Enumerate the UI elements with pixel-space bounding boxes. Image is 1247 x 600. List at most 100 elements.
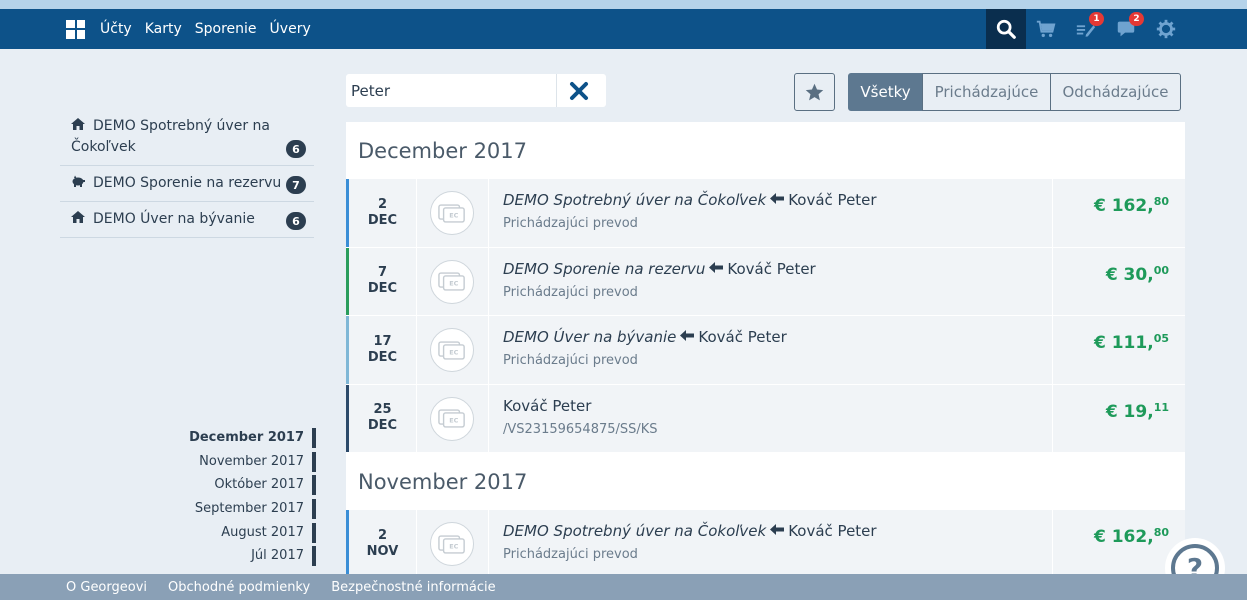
filter-all-button[interactable]: Všetky: [848, 73, 923, 111]
column-divider: [488, 384, 489, 452]
amount-cents: 11: [1153, 400, 1169, 414]
transaction-amount: € 162,80: [1094, 526, 1169, 547]
transaction-logo: EC: [430, 396, 474, 441]
shop-nav-button[interactable]: [1026, 9, 1066, 49]
svg-text:EC: EC: [449, 211, 458, 219]
amount-main: € 162,: [1093, 527, 1154, 547]
amount-cents: 00: [1153, 263, 1169, 277]
transaction-date: 25 DEC: [349, 385, 416, 453]
transaction-date: 7 DEC: [349, 248, 416, 316]
month-link-december-2017[interactable]: December 2017: [150, 428, 316, 448]
nav-left: Účty Karty Sporenie Úvery: [66, 9, 324, 49]
transaction-date: 2 DEC: [349, 179, 416, 247]
transaction-subtitle: Prichádzajúci prevod: [503, 353, 638, 368]
transaction-logo: EC: [430, 328, 474, 372]
transaction-title: Kováč Peter: [503, 397, 591, 415]
column-divider: [1052, 316, 1053, 384]
transaction-title: DEMO Sporenie na rezervu Kováč Peter: [503, 260, 816, 278]
amount-cents: 05: [1153, 332, 1169, 345]
column-divider: [488, 510, 489, 574]
column-divider: [416, 510, 417, 574]
card-logo-icon: EC: [438, 272, 465, 291]
direction-filter: Všetky Prichádzajúce Odchádzajúce: [848, 73, 1181, 111]
sidebar-account-label: DEMO Sporenie na rezervu: [93, 175, 282, 191]
transaction-day: 2: [377, 196, 388, 212]
column-divider: [416, 316, 417, 384]
transaction-logo: EC: [430, 259, 474, 304]
apps-grid-icon[interactable]: [66, 19, 85, 39]
card-logo-icon: EC: [438, 340, 465, 360]
incoming-arrow-icon: [709, 261, 724, 273]
filter-incoming-button[interactable]: Prichádzajúce: [922, 73, 1051, 111]
transaction-subtitle: Prichádzajúci prevod: [503, 284, 638, 300]
column-divider: [416, 247, 417, 315]
transaction-party: Kováč Peter: [788, 522, 877, 540]
transaction-month: DEC: [367, 212, 398, 228]
tasks-badge: 1: [1089, 12, 1104, 26]
transaction-title: DEMO Spotrebný úver na Čokoľvek Kováč Pet…: [503, 522, 877, 540]
transaction-party: Kováč Peter: [727, 259, 816, 278]
column-divider: [1052, 384, 1053, 452]
gear-icon: [1156, 19, 1176, 39]
tasks-nav-button[interactable]: 1: [1066, 9, 1106, 49]
svg-text:EC: EC: [449, 417, 458, 425]
footer-link-security[interactable]: Bezpečnostné informácie: [331, 580, 495, 595]
sidebar-account-label: DEMO Úver na bývanie: [93, 211, 255, 227]
messages-badge: 2: [1129, 12, 1144, 26]
transaction-month: NOV: [366, 543, 399, 559]
home-icon: [71, 118, 85, 130]
footer-link-about[interactable]: O Georgeovi: [66, 580, 147, 595]
transaction-row[interactable]: 2 NOV EC DEMO Spotrebný úver na Čokoľvek Kov…: [346, 510, 1185, 574]
nav-link-savings[interactable]: Sporenie: [195, 21, 257, 37]
settings-nav-button[interactable]: [1146, 9, 1186, 49]
nav-link-loans[interactable]: Úvery: [270, 21, 311, 37]
transaction-subtitle: Prichádzajúci prevod: [503, 216, 638, 231]
month-link-july-2017[interactable]: Júl 2017: [150, 546, 316, 567]
month-navigator: December 2017 November 2017 Október 2017…: [150, 428, 316, 570]
search-divider: [556, 74, 557, 107]
sidebar-account-count: 7: [286, 176, 306, 194]
messages-nav-button[interactable]: 2: [1106, 9, 1146, 49]
footer-link-terms[interactable]: Obchodné podmienky: [168, 580, 310, 595]
transaction-row[interactable]: 2 DEC EC DEMO Spotrebný úver na Čokoľvek Kov…: [346, 179, 1185, 248]
transaction-row[interactable]: 25 DEC EC Kováč Peter/VS23159654875/SS/KS € …: [346, 384, 1185, 453]
transaction-account: DEMO Sporenie na rezervu: [503, 259, 706, 278]
transaction-party: Kováč Peter: [698, 328, 787, 346]
sidebar-account-label: DEMO Spotrebný úver na Čokoľvek: [71, 118, 270, 155]
sidebar-account-count: 6: [286, 140, 306, 158]
month-link-november-2017[interactable]: November 2017: [150, 451, 316, 472]
sidebar-account-consumer-loan[interactable]: DEMO Spotrebný úver na Čokoľvek 6: [60, 109, 314, 166]
card-logo-icon: EC: [438, 409, 465, 428]
favorites-button[interactable]: [794, 73, 835, 111]
month-link-october-2017[interactable]: Október 2017: [150, 475, 316, 496]
transactions-panel: December 2017 2 DEC EC DEMO Spotrebný úver n…: [346, 122, 1185, 574]
transaction-account: DEMO Spotrebný úver na Čokoľvek: [503, 191, 767, 209]
transaction-title: DEMO Úver na bývanie Kováč Peter: [503, 328, 787, 346]
transaction-amount: € 111,05: [1094, 332, 1169, 353]
transaction-month: DEC: [367, 349, 398, 365]
transaction-row[interactable]: 7 DEC EC DEMO Sporenie na rezervu Kováč Pete…: [346, 247, 1185, 316]
nav-link-accounts[interactable]: Účty: [100, 21, 132, 37]
clear-search-button[interactable]: [568, 80, 590, 102]
card-logo-icon: EC: [438, 203, 465, 223]
piggy-bank-icon: [72, 175, 85, 187]
transaction-day: 17: [373, 333, 392, 349]
search-nav-button[interactable]: [986, 9, 1026, 49]
search-box: [346, 74, 606, 107]
search-input[interactable]: [346, 74, 556, 107]
column-divider: [1052, 247, 1053, 315]
sidebar-account-savings[interactable]: DEMO Sporenie na rezervu 7: [60, 166, 314, 202]
filter-outgoing-button[interactable]: Odchádzajúce: [1050, 73, 1181, 111]
amount-main: € 162,: [1093, 196, 1154, 216]
transaction-row[interactable]: 17 DEC EC DEMO Úver na bývanie Kováč Peter Pr…: [346, 316, 1185, 385]
column-divider: [488, 316, 489, 384]
transaction-day: 7: [377, 265, 388, 281]
home-icon: [71, 211, 85, 223]
top-strip: [0, 0, 1247, 9]
month-link-september-2017[interactable]: September 2017: [150, 499, 316, 520]
search-icon: [996, 19, 1016, 39]
nav-link-cards[interactable]: Karty: [145, 21, 182, 37]
sidebar-account-mortgage[interactable]: DEMO Úver na bývanie 6: [60, 202, 314, 238]
month-link-august-2017[interactable]: August 2017: [150, 522, 316, 543]
